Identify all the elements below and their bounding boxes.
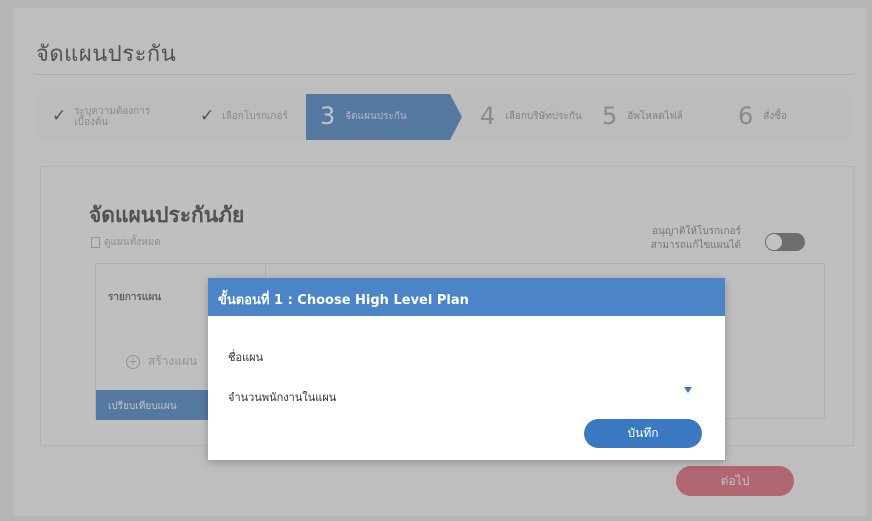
- employee-count-select[interactable]: จำนวนพนักงานในแผน: [228, 388, 336, 406]
- modal-title: ขั้นตอนที่ 1 : Choose High Level Plan: [208, 278, 725, 316]
- plan-name-field[interactable]: ชื่อแผน: [228, 348, 263, 366]
- choose-plan-modal: ขั้นตอนที่ 1 : Choose High Level Plan ชื…: [208, 278, 725, 460]
- dropdown-arrow-icon[interactable]: [684, 387, 692, 393]
- save-button[interactable]: บันทึก: [584, 419, 702, 448]
